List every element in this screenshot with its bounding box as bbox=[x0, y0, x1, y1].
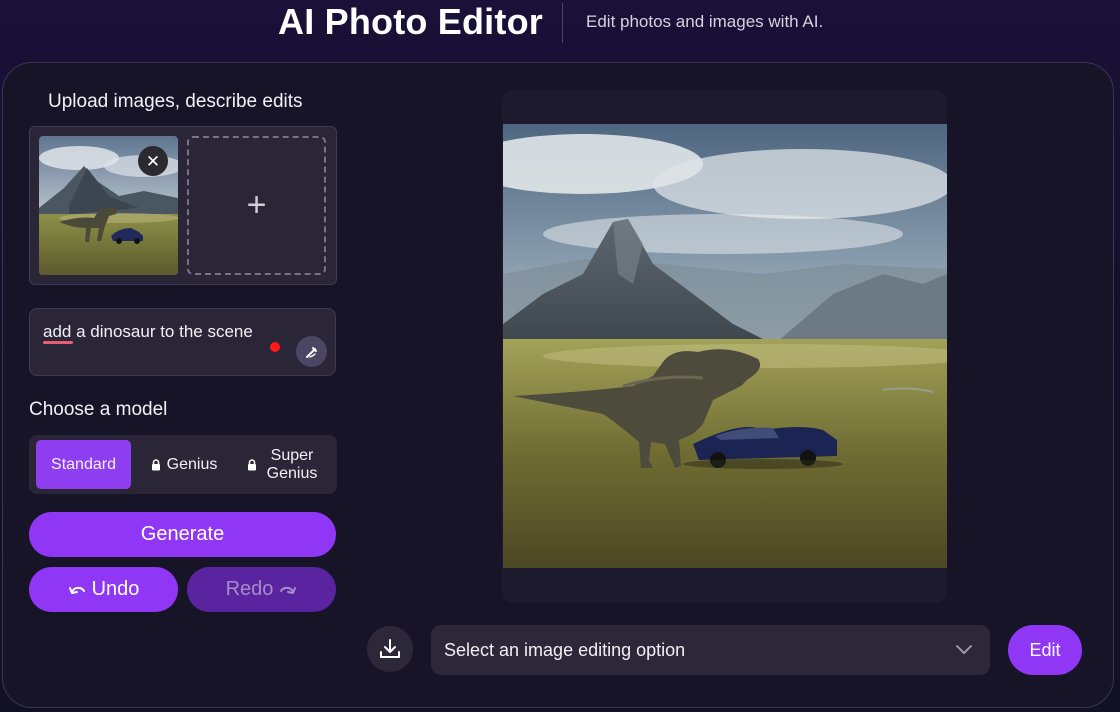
undo-arrow-icon bbox=[68, 586, 85, 594]
model-option-genius[interactable]: Genius bbox=[138, 440, 230, 489]
prompt-text[interactable]: add a dinosaur to the scene bbox=[43, 322, 253, 342]
remove-image-button[interactable]: ✕ bbox=[138, 146, 168, 176]
model-option-label: Super Genius bbox=[266, 446, 318, 482]
lock-icon bbox=[151, 458, 160, 470]
model-option-label: Standard bbox=[51, 455, 116, 473]
download-button[interactable] bbox=[367, 626, 413, 672]
header-divider bbox=[562, 3, 563, 43]
lock-icon bbox=[248, 458, 256, 470]
magic-wand-icon bbox=[305, 346, 317, 358]
undo-button[interactable]: Undo bbox=[29, 567, 178, 612]
close-icon: ✕ bbox=[145, 151, 161, 171]
download-icon bbox=[380, 639, 400, 658]
redo-label: Redo bbox=[225, 578, 274, 600]
generate-button[interactable]: Generate bbox=[29, 512, 336, 557]
app-title: AI Photo Editor bbox=[278, 1, 543, 42]
spellcheck-underline bbox=[43, 341, 73, 344]
recording-indicator bbox=[270, 342, 280, 352]
model-option-standard[interactable]: Standard bbox=[36, 440, 131, 489]
redo-button[interactable]: Redo bbox=[187, 567, 336, 612]
editing-option-placeholder[interactable]: Select an image editing option bbox=[444, 640, 685, 660]
generated-image bbox=[503, 124, 947, 568]
redo-arrow-icon bbox=[280, 586, 297, 594]
prompt-input[interactable] bbox=[29, 308, 336, 376]
edit-button[interactable]: Edit bbox=[1008, 625, 1082, 675]
plus-icon: + bbox=[246, 186, 267, 224]
undo-label: Undo bbox=[91, 578, 140, 600]
model-option-label: Genius bbox=[166, 455, 218, 473]
chevron-down-icon[interactable] bbox=[955, 643, 973, 655]
upload-section-title: Upload images, describe edits bbox=[48, 91, 303, 112]
enhance-prompt-button[interactable] bbox=[296, 336, 327, 367]
model-option-super-genius[interactable]: Super Genius bbox=[236, 440, 332, 489]
model-section-title: Choose a model bbox=[29, 399, 168, 420]
add-image-button[interactable]: + bbox=[187, 136, 326, 275]
header: AI Photo Editor Edit photos and images w… bbox=[0, 0, 1120, 50]
app-subtitle: Edit photos and images with AI. bbox=[586, 12, 824, 31]
